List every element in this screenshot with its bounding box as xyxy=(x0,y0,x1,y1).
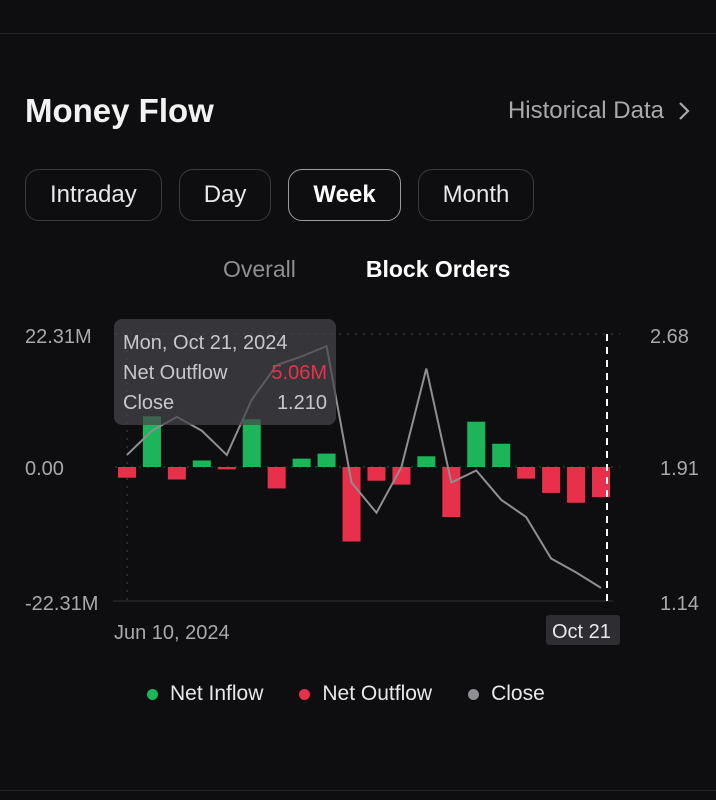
right-tick-mid: 1.91 xyxy=(660,458,699,480)
tooltip-date: Mon, Oct 21, 2024 xyxy=(123,332,288,354)
money-flow-chart[interactable]: 22.31M 0.00 -22.31M 2.68 1.91 1.14 Jun 1… xyxy=(0,0,716,800)
tooltip-close-value: 1.210 xyxy=(276,392,327,414)
net-inflow-bar[interactable] xyxy=(292,458,311,467)
net-outflow-bar[interactable] xyxy=(167,467,186,480)
net-outflow-bar[interactable] xyxy=(118,467,136,478)
net-outflow-bar[interactable] xyxy=(367,467,386,481)
net-outflow-bar[interactable] xyxy=(567,467,586,503)
net-inflow-bar[interactable] xyxy=(317,453,336,467)
chart-legend: Net Inflow Net Outflow Close xyxy=(147,682,545,706)
legend-net-inflow[interactable]: Net Inflow xyxy=(147,682,263,706)
net-outflow-bar[interactable] xyxy=(517,467,536,479)
net-inflow-bar[interactable] xyxy=(192,460,211,467)
legend-close[interactable]: Close xyxy=(468,682,545,706)
net-inflow-bar[interactable] xyxy=(417,456,436,467)
close-dot-icon xyxy=(468,688,480,700)
net-outflow-bar[interactable] xyxy=(267,467,286,489)
legend-label: Close xyxy=(491,682,545,705)
tooltip-close-label: Close xyxy=(123,392,175,414)
net-outflow-bar[interactable] xyxy=(442,467,461,518)
net-outflow-bar[interactable] xyxy=(542,467,561,493)
bottom-divider xyxy=(0,790,716,791)
right-tick-top: 2.68 xyxy=(650,326,689,348)
left-tick-bottom: -22.31M xyxy=(25,593,98,615)
inflow-dot-icon xyxy=(147,688,158,700)
legend-label: Net Outflow xyxy=(322,682,433,705)
left-tick-top: 22.31M xyxy=(25,326,92,348)
net-outflow-bar[interactable] xyxy=(217,467,236,470)
left-tick-zero: 0.00 xyxy=(25,458,64,480)
chart-tooltip: Mon, Oct 21, 2024 Net Outflow 5.06M Close… xyxy=(114,319,336,425)
x-label-start: Jun 10, 2024 xyxy=(114,622,230,644)
legend-net-outflow[interactable]: Net Outflow xyxy=(299,682,432,706)
net-inflow-bar[interactable] xyxy=(242,419,261,467)
x-label-end: Oct 21 xyxy=(552,621,611,643)
net-inflow-bar[interactable] xyxy=(492,443,511,467)
net-inflow-bar[interactable] xyxy=(467,421,486,467)
tooltip-flow-label: Net Outflow xyxy=(123,362,228,384)
net-outflow-bar[interactable] xyxy=(392,467,411,485)
outflow-dot-icon xyxy=(299,688,311,700)
tooltip-flow-value: 5.06M xyxy=(271,362,327,384)
right-tick-bottom: 1.14 xyxy=(660,593,699,615)
legend-label: Net Inflow xyxy=(170,682,264,705)
